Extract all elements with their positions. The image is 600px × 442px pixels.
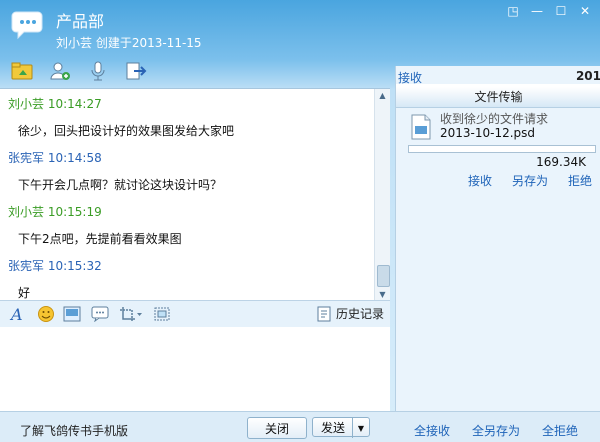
file-name: 2013-10-12.psd (440, 126, 536, 140)
exit-icon[interactable] (122, 58, 150, 84)
message-text: 好 (18, 286, 31, 300)
file-transfer-panel: 接收 201 文件传输 收到徐少的文件请求 2013-10-12.psd 169… (395, 66, 600, 411)
format-toolbar: A 历史记录 (0, 300, 390, 328)
history-label: 历史记录 (335, 307, 384, 321)
skin-icon[interactable]: ◳ (502, 2, 524, 20)
message-text: 下午2点吧，先提前看看效果图 (18, 232, 182, 246)
send-options-icon[interactable]: ▼ (352, 418, 369, 438)
minimize-icon[interactable]: — (526, 2, 548, 20)
reject-link[interactable]: 拒绝 (568, 172, 592, 189)
scroll-thumb[interactable] (377, 265, 390, 287)
image-icon[interactable] (62, 304, 82, 324)
message-input[interactable] (0, 327, 390, 411)
message-header: 张宪军 10:15:32 (8, 259, 102, 273)
shake-icon[interactable] (90, 304, 110, 324)
bulk-actions: 全接收 全另存为 全拒绝 (414, 422, 578, 439)
file-request-text: 收到徐少的文件请求 (440, 112, 549, 126)
save-all-link[interactable]: 全另存为 (472, 422, 520, 439)
message: 刘小芸 10:15:19 下午2点吧，先提前看看效果图 (0, 203, 390, 247)
maximize-icon[interactable]: ☐ (550, 2, 572, 20)
tab-receive[interactable]: 接收 (398, 69, 422, 84)
mobile-version-link[interactable]: 了解飞鸽传书手机版 (20, 422, 128, 439)
save-as-link[interactable]: 另存为 (512, 172, 548, 189)
file-icon (411, 114, 431, 140)
chat-toolbar (8, 58, 150, 84)
reject-all-link[interactable]: 全拒绝 (542, 422, 578, 439)
close-icon[interactable]: ✕ (574, 2, 596, 20)
close-button[interactable]: 关闭 (247, 417, 307, 439)
window-header: 产品部 刘小芸 创建于2013-11-15 ◳ — ☐ ✕ (0, 0, 600, 56)
panel-tabs: 接收 201 (396, 66, 600, 84)
window-capture-icon[interactable] (152, 304, 172, 324)
scroll-up-icon[interactable]: ▲ (375, 89, 390, 102)
svg-text:A: A (9, 305, 23, 323)
receive-all-link[interactable]: 全接收 (414, 422, 450, 439)
chat-window: 产品部 刘小芸 创建于2013-11-15 ◳ — ☐ ✕ 刘小芸 10:14:… (0, 0, 600, 442)
message: 张宪军 10:15:32 好 (0, 257, 390, 301)
bottom-bar: 了解飞鸽传书手机版 关闭 发送 ▼ 全接收 全另存为 全拒绝 (0, 411, 600, 442)
message-header: 刘小芸 10:14:27 (8, 97, 102, 111)
screenshot-icon[interactable] (118, 304, 144, 324)
message: 张宪军 10:14:58 下午开会几点啊？就讨论这块设计吗？ (0, 149, 390, 193)
add-user-icon[interactable] (46, 58, 74, 84)
message-text: 下午开会几点啊？就讨论这块设计吗？ (18, 178, 223, 192)
window-controls: ◳ — ☐ ✕ (502, 2, 596, 20)
file-actions: 接收 另存为 拒绝 (468, 172, 592, 189)
file-size: 169.34K (536, 155, 586, 169)
message-text: 徐少，回头把设计好的效果图发给大家吧 (18, 124, 235, 138)
emoji-icon[interactable] (36, 304, 56, 324)
receive-link[interactable]: 接收 (468, 172, 492, 189)
folder-share-icon[interactable] (8, 58, 36, 84)
history-button[interactable]: 历史记录 (316, 305, 384, 322)
message-area: 刘小芸 10:14:27 徐少，回头把设计好的效果图发给大家吧 张宪军 10:1… (0, 88, 390, 301)
font-icon[interactable]: A (8, 304, 28, 324)
history-icon (317, 306, 331, 321)
chat-scrollbar[interactable]: ▲ ▼ (374, 89, 390, 301)
send-label: 发送 (321, 420, 346, 435)
file-transfer-title: 文件传输 (396, 87, 600, 108)
group-title: 产品部 (56, 12, 105, 31)
message-header: 刘小芸 10:15:19 (8, 205, 102, 219)
message-header: 张宪军 10:14:58 (8, 151, 102, 165)
message: 刘小芸 10:14:27 徐少，回头把设计好的效果图发给大家吧 (0, 95, 390, 139)
group-chat-icon (11, 11, 43, 40)
group-subtitle: 刘小芸 创建于2013-11-15 (56, 36, 202, 50)
tab-date[interactable]: 201 (576, 69, 600, 83)
send-button[interactable]: 发送 ▼ (312, 417, 370, 438)
file-progress-bar (408, 145, 596, 153)
microphone-icon[interactable] (84, 58, 112, 84)
